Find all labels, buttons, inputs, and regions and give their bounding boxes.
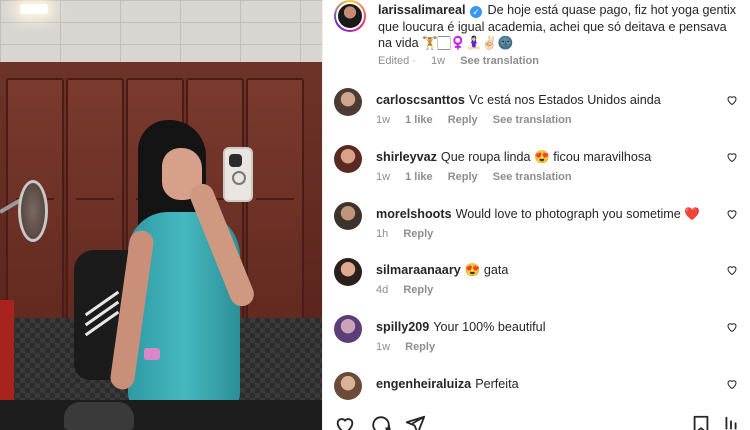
phone (223, 147, 253, 202)
panel-divider (322, 0, 323, 430)
comment-time: 1w (376, 341, 391, 353)
comments-panel: larissalimareal ✓ De hoje está quase pag… (322, 0, 750, 430)
more-icon[interactable] (720, 414, 742, 430)
heart-icon[interactable] (726, 151, 738, 163)
comment-meta: 1w Reply (376, 341, 447, 353)
caption-avatar[interactable] (334, 0, 366, 32)
comment-meta: 1w 1 like Reply See translation (376, 171, 584, 183)
red-door-edge (0, 300, 14, 410)
comment-username[interactable]: shirleyvaz (376, 150, 437, 164)
makeup-mirror (18, 180, 48, 242)
comment-text: Perfeita (475, 377, 519, 391)
comment-username[interactable]: spilly209 (376, 320, 429, 334)
caption-meta: Edited · 1w See translation (378, 55, 539, 67)
comment-likes[interactable]: 1 like (405, 171, 433, 183)
caption-text-block: larissalimareal ✓ De hoje está quase pag… (378, 2, 738, 52)
counter (0, 400, 322, 430)
comment-item: shirleyvaz Que roupa linda 😍 ficou maravi… (334, 145, 744, 191)
reply-button[interactable]: Reply (448, 114, 478, 126)
avatar[interactable] (334, 315, 362, 343)
edited-label: Edited · 1w (378, 55, 446, 67)
comment-meta: 1h Reply (376, 228, 445, 240)
verified-icon: ✓ (470, 6, 483, 18)
comment-item: spilly209 Your 100% beautiful 1w Reply (334, 315, 744, 361)
comment-time: 1h (376, 228, 389, 240)
ceiling-tiles (0, 0, 322, 70)
comment-username[interactable]: morelshoots (376, 207, 452, 221)
action-bar (334, 410, 744, 430)
heart-icon[interactable] (726, 264, 738, 276)
caption-emojis: 🏋️🏻‍♀️🧘🏻‍♀️✌🏻🌚 (422, 36, 514, 50)
reply-button[interactable]: Reply (405, 341, 435, 353)
comment-likes[interactable]: 1 like (405, 114, 433, 126)
comment-meta: 4d Reply (376, 284, 445, 296)
heart-icon[interactable] (726, 94, 738, 106)
heart-icon[interactable] (726, 378, 738, 390)
comment-time: 4d (376, 284, 389, 296)
post-caption: larissalimareal ✓ De hoje está quase pag… (334, 0, 744, 80)
bookmark-icon[interactable] (690, 414, 712, 430)
comment-text: 😍 gata (464, 263, 509, 277)
hair-dryer (64, 402, 134, 430)
comment-item: carloscsanttos Vc está nos Estados Unidos… (334, 88, 744, 134)
ceiling-light (20, 4, 48, 14)
reply-button[interactable]: Reply (403, 284, 433, 296)
share-icon[interactable] (404, 414, 426, 430)
comment-username[interactable]: silmaraanaary (376, 263, 461, 277)
comment-meta: 1w 1 like Reply See translation (376, 114, 584, 126)
avatar[interactable] (334, 145, 362, 173)
post-photo[interactable] (0, 0, 322, 430)
smartwatch (144, 348, 160, 360)
avatar[interactable] (334, 372, 362, 400)
see-translation-link[interactable]: See translation (493, 114, 572, 126)
comment-item: silmaraanaary 😍 gata 4d Reply (334, 258, 744, 304)
avatar[interactable] (334, 258, 362, 286)
heart-icon[interactable] (334, 414, 356, 430)
person-selfie (74, 120, 290, 430)
comment-text: Que roupa linda 😍 ficou maravilhosa (440, 150, 652, 164)
comment-time: 1w (376, 171, 391, 183)
comment-item: morelshoots Would love to photograph you … (334, 202, 744, 248)
comment-username[interactable]: carloscsanttos (376, 93, 465, 107)
comment-text: Your 100% beautiful (433, 320, 546, 334)
reply-button[interactable]: Reply (448, 171, 478, 183)
comment-text: Vc está nos Estados Unidos ainda (468, 93, 661, 107)
see-translation-link[interactable]: See translation (460, 55, 539, 67)
avatar[interactable] (334, 88, 362, 116)
see-translation-link[interactable]: See translation (493, 171, 572, 183)
heart-icon[interactable] (726, 321, 738, 333)
comment-text: Would love to photograph you sometime ❤️ (455, 207, 700, 221)
heart-icon[interactable] (726, 208, 738, 220)
comment-icon[interactable] (370, 414, 392, 430)
comment-username[interactable]: engenheiraluiza (376, 377, 471, 391)
caption-username[interactable]: larissalimareal (378, 3, 466, 17)
comment-time: 1w (376, 114, 391, 126)
avatar[interactable] (334, 202, 362, 230)
reply-button[interactable]: Reply (403, 228, 433, 240)
